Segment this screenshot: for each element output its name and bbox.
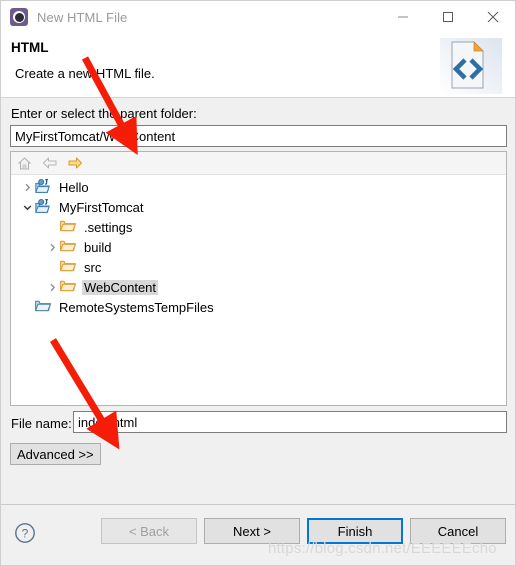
html-file-icon	[440, 38, 502, 94]
folder-icon	[60, 259, 78, 275]
tree-item-label: .settings	[84, 219, 133, 235]
tree-item-settings[interactable]: .settings	[11, 217, 506, 237]
chevron-down-icon[interactable]	[19, 203, 35, 212]
folder-icon	[60, 279, 78, 295]
folder-icon	[60, 239, 78, 255]
help-question-icon[interactable]: ?	[14, 522, 36, 544]
minimize-button[interactable]	[380, 1, 425, 33]
tree-item-label: Hello	[59, 179, 89, 195]
advanced-button[interactable]: Advanced >>	[10, 443, 101, 465]
tree-item-label: MyFirstTomcat	[59, 199, 144, 215]
tree-item-src[interactable]: src	[11, 257, 506, 277]
tree-item-label: build	[84, 239, 112, 255]
close-button[interactable]	[470, 1, 515, 33]
parent-folder-input[interactable]	[10, 125, 507, 147]
tree-toolbar	[11, 152, 506, 175]
back-arrow-icon[interactable]	[41, 155, 58, 172]
chevron-right-icon[interactable]	[19, 183, 35, 192]
eclipse-wizard-icon	[10, 8, 28, 26]
folder-icon	[60, 219, 78, 235]
tree-item-hello[interactable]: Hello	[11, 177, 506, 197]
page-description: Create a new HTML file.	[15, 66, 155, 81]
wizard-body: Enter or select the parent folder: MyFir…	[1, 98, 515, 504]
java-project-icon	[35, 178, 53, 195]
tree-item-label: RemoteSystemsTempFiles	[59, 299, 214, 315]
tree-item-remotesystemstempfiles[interactable]: RemoteSystemsTempFiles	[11, 297, 506, 317]
tree-item-label: src	[84, 259, 102, 275]
watermark-text: https://blog.csdn.net/EEEEEEcho	[268, 540, 497, 557]
tree-item-myfirsttomcat[interactable]: MyFirstTomcat	[11, 197, 506, 217]
new-html-file-dialog: New HTML File HTML Create a new HTML fil…	[0, 0, 516, 566]
file-name-input[interactable]	[73, 411, 507, 433]
window-controls	[380, 1, 515, 33]
java-project-icon	[35, 198, 53, 215]
chevron-right-icon[interactable]	[44, 283, 60, 292]
chevron-right-icon[interactable]	[44, 243, 60, 252]
forward-arrow-icon[interactable]	[66, 155, 83, 172]
tree-item-build[interactable]: build	[11, 237, 506, 257]
file-name-label: File name:	[11, 416, 72, 431]
home-icon[interactable]	[16, 155, 33, 172]
back-button[interactable]: < Back	[101, 518, 197, 544]
parent-folder-label: Enter or select the parent folder:	[11, 106, 197, 121]
svg-text:?: ?	[22, 527, 29, 541]
maximize-button[interactable]	[425, 1, 470, 33]
tree-item-webcontent[interactable]: WebContent	[11, 277, 506, 297]
window-title: New HTML File	[37, 9, 128, 25]
page-title: HTML	[11, 40, 49, 55]
folder-tree-list: Hello MyFirstTomcat .settings build src WebCo…	[11, 175, 506, 317]
folder-tree-panel[interactable]: Hello MyFirstTomcat .settings build src WebCo…	[10, 151, 507, 406]
tree-item-label: WebContent	[82, 279, 159, 295]
wizard-header: HTML Create a new HTML file.	[1, 33, 515, 98]
folder-blue-icon	[35, 299, 53, 315]
window-title-bar: New HTML File	[1, 1, 515, 33]
